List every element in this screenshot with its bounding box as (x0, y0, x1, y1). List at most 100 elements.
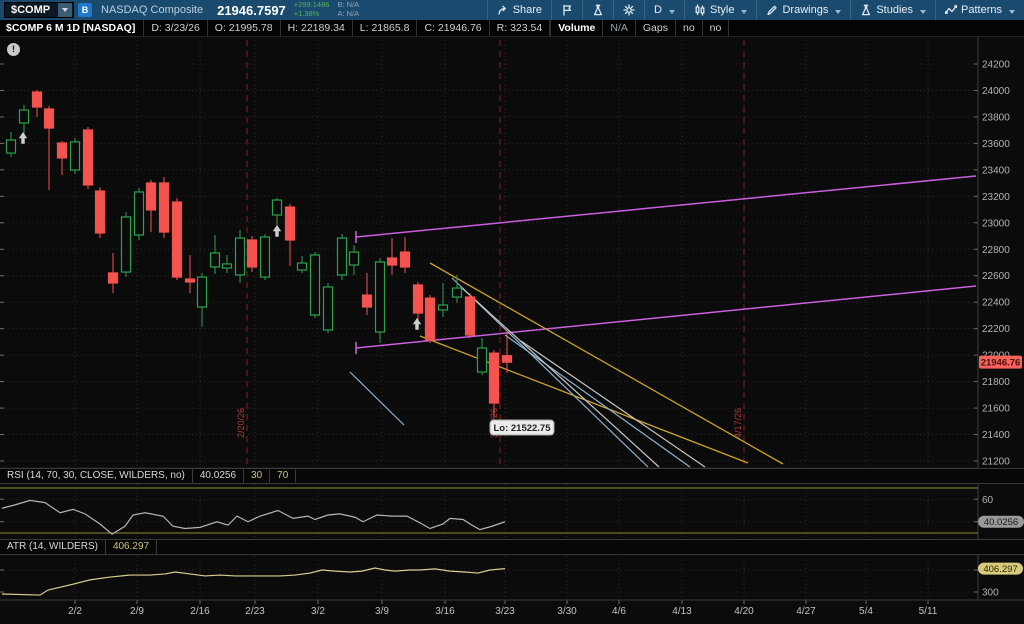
price-change: +299.1486 +1.38% (294, 1, 330, 18)
ohlc-cell[interactable]: L: 21865.8 (352, 20, 417, 36)
svg-text:23000: 23000 (982, 218, 1010, 229)
style-label: Style (710, 4, 734, 16)
symbol-input[interactable]: $COMP (5, 4, 57, 16)
chevron-down-icon[interactable] (58, 3, 72, 17)
ohlc-cell[interactable]: H: 22189.34 (280, 20, 352, 36)
svg-text:60: 60 (982, 495, 994, 506)
patterns-button[interactable]: Patterns (935, 0, 1024, 20)
svg-text:23400: 23400 (982, 165, 1010, 176)
quick-study-button[interactable] (582, 0, 613, 20)
candle (311, 252, 320, 318)
svg-text:21600: 21600 (982, 404, 1010, 415)
studies-label: Studies (876, 4, 913, 16)
gear-icon (623, 4, 635, 16)
candle (135, 188, 144, 240)
candle (96, 187, 105, 238)
candle (324, 283, 333, 333)
svg-text:23800: 23800 (982, 112, 1010, 123)
gaps-label[interactable]: Gaps (635, 20, 675, 36)
svg-text:21400: 21400 (982, 430, 1010, 441)
volume-label[interactable]: Volume (550, 20, 602, 36)
trading-platform-window: 2420024000238002360023400232002300022800… (0, 0, 1024, 624)
svg-text:300: 300 (982, 588, 999, 599)
svg-text:2/20/26: 2/20/26 (236, 408, 246, 438)
svg-text:21946.76: 21946.76 (981, 358, 1021, 369)
symbol-combobox[interactable]: $COMP (4, 2, 74, 18)
ask-value: A: N/A (337, 10, 359, 19)
svg-text:2/23: 2/23 (245, 606, 265, 617)
last-price: 21946.7597 (217, 3, 286, 18)
chart-title: $COMP 6 M 1D [NASDAQ] (0, 20, 143, 36)
svg-text:2/2: 2/2 (68, 606, 82, 617)
candle (84, 127, 93, 189)
share-button[interactable]: Share (487, 0, 551, 20)
style-button[interactable]: Style (684, 0, 756, 20)
patterns-label: Patterns (961, 4, 1002, 16)
alert-icon[interactable]: ! (7, 43, 20, 56)
candle (248, 236, 257, 272)
gaps-value-1: no (675, 20, 702, 36)
atr-title[interactable]: ATR (14, WILDERS) (0, 540, 106, 554)
ohlc-cell[interactable]: R: 323.54 (489, 20, 551, 36)
atr-pane-header: ATR (14, WILDERS) 406.297 (0, 539, 1024, 555)
svg-text:3/2: 3/2 (311, 606, 325, 617)
ohlc-cell[interactable]: C: 21946.76 (416, 20, 488, 36)
timeframe-label: D (654, 4, 662, 16)
share-label: Share (513, 4, 542, 16)
news-flag-button[interactable] (551, 0, 582, 20)
rsi-oversold-level: 30 (244, 469, 270, 483)
rsi-title[interactable]: RSI (14, 70, 30, CLOSE, WILDERS, no) (0, 469, 193, 483)
timeframe-button[interactable]: D (644, 0, 684, 20)
svg-text:21800: 21800 (982, 377, 1010, 388)
studies-button[interactable]: Studies (850, 0, 935, 20)
svg-text:22200: 22200 (982, 324, 1010, 335)
candle (71, 138, 80, 174)
atr-value: 406.297 (106, 540, 157, 554)
svg-text:4/6: 4/6 (612, 606, 626, 617)
svg-text:3/23: 3/23 (495, 606, 515, 617)
svg-text:22800: 22800 (982, 245, 1010, 256)
toolbar-buttons: Share D (487, 0, 1024, 20)
settings-button[interactable] (613, 0, 644, 20)
candle (338, 234, 347, 280)
broadcast-icon[interactable]: B (78, 3, 92, 17)
volume-value: N/A (602, 20, 635, 36)
candle (426, 295, 435, 343)
drawings-button[interactable]: Drawings (756, 0, 850, 20)
rsi-pane-header: RSI (14, 70, 30, CLOSE, WILDERS, no) 40.… (0, 468, 1024, 484)
chevron-down-icon (920, 10, 926, 14)
rsi-overbought-level: 70 (270, 469, 296, 483)
flask-icon (860, 4, 872, 16)
svg-text:2/9: 2/9 (130, 606, 144, 617)
svg-text:4/27: 4/27 (796, 606, 816, 617)
svg-text:40.0256: 40.0256 (984, 517, 1018, 528)
chevron-down-icon (835, 10, 841, 14)
chart-canvas[interactable]: 2420024000238002360023400232002300022800… (0, 0, 1024, 624)
svg-text:23200: 23200 (982, 192, 1010, 203)
drawings-label: Drawings (782, 4, 828, 16)
svg-text:3/16: 3/16 (435, 606, 455, 617)
pencil-icon (766, 4, 778, 16)
svg-text:21200: 21200 (982, 457, 1010, 468)
svg-text:406.297: 406.297 (983, 564, 1017, 575)
svg-text:2/16: 2/16 (190, 606, 210, 617)
svg-text:23600: 23600 (982, 139, 1010, 150)
symbol-description: NASDAQ Composite (101, 4, 203, 16)
svg-text:4/17/26: 4/17/26 (733, 408, 743, 438)
svg-text:3/30: 3/30 (557, 606, 577, 617)
candle (261, 234, 270, 280)
flag-icon (561, 4, 573, 16)
flask-icon (592, 4, 604, 16)
change-percent: +1.38% (294, 10, 330, 19)
svg-text:4/13: 4/13 (672, 606, 692, 617)
chevron-down-icon (741, 10, 747, 14)
svg-text:22600: 22600 (982, 271, 1010, 282)
svg-text:Lo: 21522.75: Lo: 21522.75 (493, 423, 551, 434)
ohlc-cell[interactable]: O: 21995.78 (207, 20, 280, 36)
svg-text:24000: 24000 (982, 86, 1010, 97)
candle (173, 198, 182, 280)
rsi-value: 40.0256 (193, 469, 244, 483)
ohlc-cell[interactable]: D: 3/23/26 (143, 20, 206, 36)
svg-text:5/11: 5/11 (919, 606, 938, 617)
svg-text:3/9: 3/9 (375, 606, 389, 617)
